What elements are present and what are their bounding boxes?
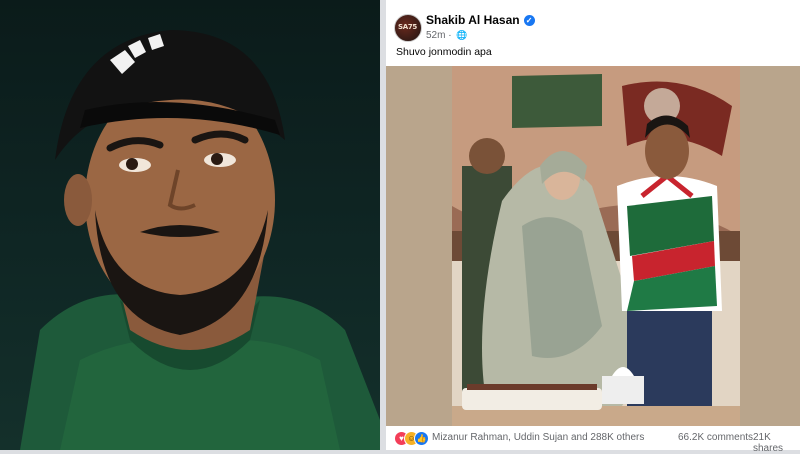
shares-count[interactable]: 21K shares	[753, 432, 800, 454]
author-name: Shakib Al Hasan	[426, 13, 520, 27]
photo-illustration	[452, 66, 740, 426]
post-time[interactable]: 52m	[426, 30, 445, 41]
player-portrait-photo	[0, 0, 380, 450]
reactors-text[interactable]: Mizanur Rahman, Uddin Sujan and 288K oth…	[432, 432, 644, 443]
post-caption: Shuvo jonmodin apa	[396, 46, 492, 58]
like-icon: 👍	[414, 431, 429, 446]
post-meta: 52m · 🌐	[426, 30, 468, 41]
reactions-summary[interactable]: ♥ ☺ 👍	[394, 431, 434, 446]
globe-icon: 🌐	[456, 30, 468, 40]
facebook-post: SA75 Shakib Al Hasan ✓ 52m · 🌐 Shuvo jonm…	[386, 0, 800, 454]
verified-badge-icon: ✓	[523, 15, 535, 26]
author-name-link[interactable]: Shakib Al Hasan ✓	[426, 13, 535, 27]
author-avatar[interactable]: SA75	[394, 14, 422, 42]
avatar-text: SA75	[398, 23, 418, 31]
post-footer: ♥ ☺ 👍 Mizanur Rahman, Uddin Sujan and 28…	[386, 426, 800, 454]
comments-count[interactable]: 66.2K comments	[678, 432, 753, 443]
post-photo[interactable]	[386, 66, 800, 426]
portrait-illustration	[20, 30, 380, 450]
post-header: SA75 Shakib Al Hasan ✓ 52m · 🌐 Shuvo jonm…	[386, 0, 800, 66]
post-photo-image	[452, 66, 740, 426]
